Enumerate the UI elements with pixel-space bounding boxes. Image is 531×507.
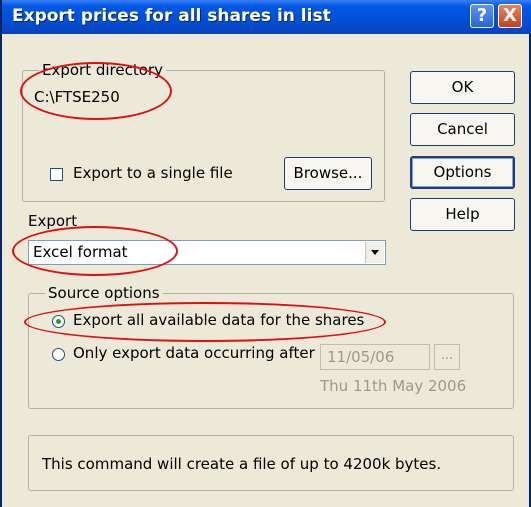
export-prices-dialog: Export prices for all shares in list ? X… <box>0 0 531 507</box>
title-bar: Export prices for all shares in list ? X <box>2 0 531 34</box>
single-file-label[interactable]: Export to a single file <box>73 164 233 182</box>
help-icon[interactable]: ? <box>470 4 494 28</box>
cancel-button[interactable]: Cancel <box>410 113 515 146</box>
export-after-label[interactable]: Only export data occurring after <box>73 344 315 362</box>
export-all-radio[interactable] <box>52 315 65 328</box>
export-directory-path: C:\FTSE250 <box>34 88 120 106</box>
window-title: Export prices for all shares in list <box>12 6 331 26</box>
single-file-checkbox[interactable] <box>50 168 63 181</box>
export-all-label[interactable]: Export all available data for the shares <box>73 311 364 329</box>
export-format-value: Excel format <box>33 243 128 261</box>
date-long-text: Thu 11th May 2006 <box>320 377 467 395</box>
browse-button[interactable]: Browse... <box>284 157 372 190</box>
ok-button[interactable]: OK <box>410 71 515 104</box>
date-input: 11/05/06 <box>320 344 430 370</box>
date-input-value: 11/05/06 <box>327 348 395 366</box>
info-message: This command will create a file of up to… <box>42 455 442 473</box>
close-icon[interactable]: X <box>498 4 522 28</box>
help-button[interactable]: Help <box>410 198 515 231</box>
source-options-legend: Source options <box>45 284 163 302</box>
export-format-label: Export <box>28 212 78 230</box>
chevron-down-icon[interactable] <box>365 242 384 263</box>
date-picker-button: ... <box>434 344 460 370</box>
export-format-select[interactable]: Excel format <box>28 240 386 265</box>
radio-selected-dot <box>56 319 61 324</box>
export-after-radio[interactable] <box>52 348 65 361</box>
export-directory-legend: Export directory <box>39 61 166 79</box>
options-button[interactable]: Options <box>410 156 515 189</box>
